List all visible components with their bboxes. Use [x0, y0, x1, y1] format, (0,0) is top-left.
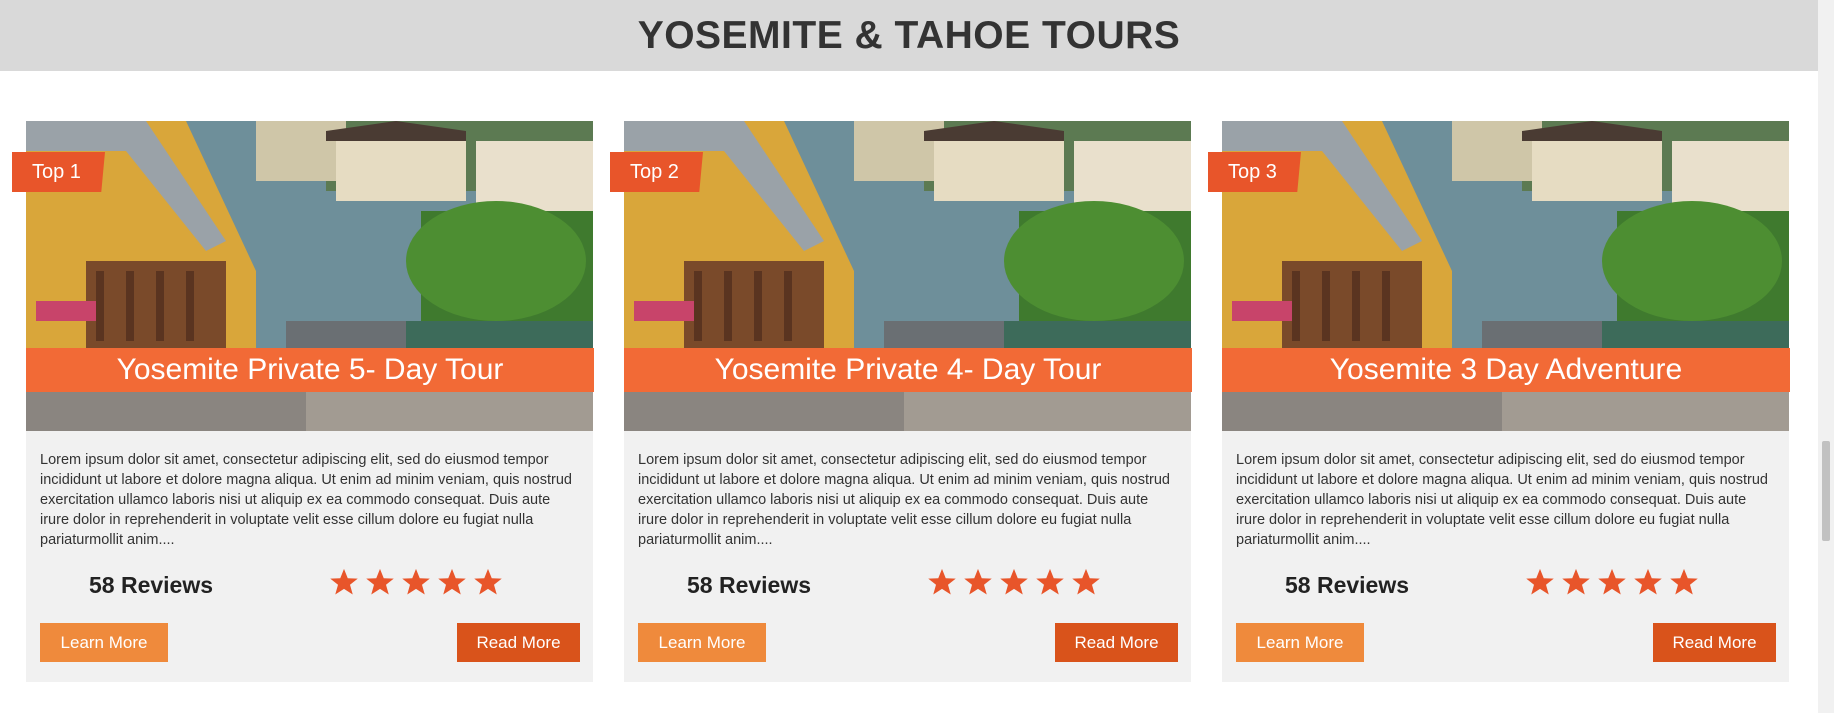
star-icon	[1670, 568, 1698, 595]
tour-title[interactable]: Yosemite Private 5- Day Tour	[26, 348, 594, 392]
tour-card: Top 3 Yosemite 3 Day Adventure Lorem ips…	[1208, 121, 1790, 682]
tour-description: Lorem ipsum dolor sit amet, consectetur …	[40, 452, 572, 548]
star-rating	[1525, 567, 1699, 597]
star-icon	[1072, 568, 1100, 595]
tour-card: Top 1 Yosemite Private 5- Day Tour Lorem…	[12, 121, 594, 682]
section-title: YOSEMITE & TAHOE TOURS	[637, 13, 1181, 57]
learn-more-button[interactable]: Learn More	[1236, 623, 1364, 662]
page: YOSEMITE & TAHOE TOURS Top 1 Yosemite Pr…	[0, 0, 1818, 713]
tour-description: Lorem ipsum dolor sit amet, consectetur …	[1236, 452, 1768, 548]
star-icon	[928, 568, 956, 595]
tour-title[interactable]: Yosemite 3 Day Adventure	[1222, 348, 1790, 392]
review-count: 58 Reviews	[89, 572, 214, 598]
star-icon	[366, 568, 394, 595]
tour-title[interactable]: Yosemite Private 4- Day Tour	[624, 348, 1192, 392]
review-count: 58 Reviews	[687, 572, 812, 598]
star-icon	[1562, 568, 1590, 595]
learn-more-button[interactable]: Learn More	[40, 623, 168, 662]
review-count: 58 Reviews	[1285, 572, 1410, 598]
section-header: YOSEMITE & TAHOE TOURS	[0, 0, 1818, 71]
star-icon	[1526, 568, 1554, 595]
star-icon	[402, 568, 430, 595]
vertical-scrollbar[interactable]	[1818, 0, 1834, 713]
star-icon	[474, 568, 502, 595]
star-icon	[1598, 568, 1626, 595]
read-more-button[interactable]: Read More	[457, 623, 580, 662]
scrollbar-thumb[interactable]	[1822, 441, 1830, 541]
rank-badge: Top 3	[1208, 152, 1301, 192]
rank-badge: Top 1	[12, 152, 105, 192]
learn-more-button[interactable]: Learn More	[638, 623, 766, 662]
star-icon	[964, 568, 992, 595]
tour-card: Top 2 Yosemite Private 4- Day Tour Lorem…	[610, 121, 1192, 682]
read-more-button[interactable]: Read More	[1055, 623, 1178, 662]
star-icon	[1000, 568, 1028, 595]
read-more-button[interactable]: Read More	[1653, 623, 1776, 662]
rank-badge: Top 2	[610, 152, 703, 192]
star-rating	[927, 567, 1101, 597]
star-icon	[330, 568, 358, 595]
star-icon	[1634, 568, 1662, 595]
tour-description: Lorem ipsum dolor sit amet, consectetur …	[638, 452, 1170, 548]
star-icon	[1036, 568, 1064, 595]
star-rating	[329, 567, 503, 597]
star-icon	[438, 568, 466, 595]
